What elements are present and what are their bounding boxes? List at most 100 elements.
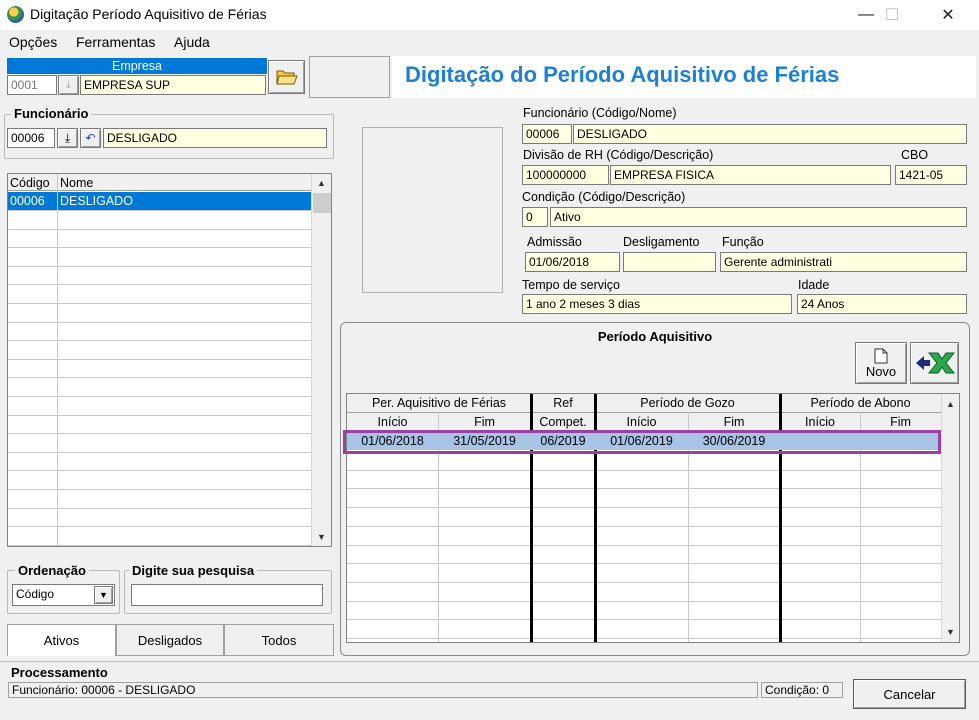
grid-row-line [347,544,941,546]
undo-icon: ↶ [85,131,96,145]
empresa-name-field: EMPRESA SUP [80,75,266,95]
grid-row-line [8,433,311,435]
div-rh-name: EMPRESA FISICA [610,165,891,185]
app-icon [7,6,24,23]
admissao-label: Admissão [527,235,582,249]
header-line [347,412,941,413]
group-header-abono: Período de Abono [810,396,911,410]
tab-todos[interactable]: Todos [224,624,334,656]
close-button[interactable]: ✕ [925,0,971,30]
subcol-fim[interactable]: Fim [438,415,531,429]
window-title: Digitação Período Aquisitivo de Férias [30,6,267,22]
menu-ajuda[interactable]: Ajuda [174,34,210,50]
scroll-down-icon[interactable]: ▼ [313,528,330,545]
funcao-field: Gerente administrati [720,252,967,272]
group-header-per-aquisitivo: Per. Aquisitivo de Férias [371,396,507,410]
grid-row-line [8,228,311,230]
selected-row-highlight [343,430,941,454]
tab-desligados[interactable]: Desligados [116,624,224,656]
desligamento-field [623,252,716,272]
subcol-gozo-inicio[interactable]: Início [595,415,688,429]
periodo-grid-scrollbar[interactable]: ▲ ▼ [941,394,959,642]
tab-ativos-label: Ativos [43,633,80,648]
ordenacao-label: Ordenação [15,563,89,578]
grid-row-line [347,469,941,471]
admissao-field: 01/06/2018 [525,252,620,272]
grid-row-line [8,414,311,416]
novo-button[interactable]: Novo [855,342,907,384]
func-detail-name: DESLIGADO [573,124,967,144]
funcionario-code-field[interactable]: 00006 [7,128,55,148]
grid-row-line [8,247,311,249]
open-folder-button[interactable] [268,60,305,94]
funcionario-undo-button[interactable]: ↶ [80,128,101,148]
processamento-label: Processamento [11,665,108,680]
grid-row-line [8,265,311,267]
subcol-abono-fim[interactable]: Fim [860,415,941,429]
scroll-up-icon[interactable]: ▲ [942,395,959,412]
grid-row-line [8,526,311,528]
maximize-button[interactable]: ☐ [869,0,915,30]
funcao-label: Função [722,235,764,249]
func-detail-code: 00006 [522,124,572,144]
empresa-header: Empresa [7,58,267,74]
tab-todos-label: Todos [261,632,297,648]
empresa-code-field[interactable]: 0001 [7,75,57,95]
tempo-servico-field: 1 ano 2 meses 3 dias [522,294,792,314]
chevron-down-icon[interactable]: ▼ [94,586,113,604]
employee-photo [362,127,503,293]
condicao-status: Condição: 0 [761,682,843,698]
menu-ferramentas[interactable]: Ferramentas [76,34,155,50]
cbo-label: CBO [901,148,929,162]
grid-row-line [347,600,941,602]
download-icon: ⤓ [66,78,71,91]
page-title: Digitação do Período Aquisitivo de Féria… [405,62,840,87]
grid-row-line [347,619,941,621]
desligamento-label: Desligamento [623,235,700,249]
grid-row-line [347,488,941,490]
pesquisa-label: Digite sua pesquisa [129,563,258,578]
scroll-down-icon[interactable]: ▼ [942,623,959,640]
grid-row-line [8,340,311,342]
grid-row-line [8,451,311,453]
cancel-button[interactable]: Cancelar [853,679,966,709]
search-input[interactable] [131,584,323,606]
tempo-servico-label: Tempo de serviço [522,278,620,292]
new-document-icon [874,348,888,363]
grid-row-line [347,507,941,509]
grid-row-line [8,303,311,304]
grid-row-line [8,358,311,360]
grid-col-line [57,174,58,546]
grid-row-line [347,638,941,639]
idade-field: 24 Anos [797,294,967,314]
subcol-gozo-fim[interactable]: Fim [688,415,780,429]
download-icon: ⤓ [64,130,71,145]
employee-list[interactable]: Código Nome 00006 DESLIGADO ▲ ▼ [7,173,332,547]
divider [0,661,979,662]
employee-list-scrollbar[interactable]: ▲ ▼ [311,174,331,546]
export-excel-button[interactable] [910,342,959,384]
funcionario-label: Funcionário [11,106,92,121]
condicao-name: Ativo [550,207,967,227]
grid-row-line [8,544,311,546]
tab-desligados-label: Desligados [137,632,203,648]
funcionario-lookup-button[interactable]: ⤓ [57,128,78,148]
grid-row-line [8,377,311,379]
grid-row-line [8,210,311,211]
cbo-field: 1421-05 [895,165,967,185]
subcol-abono-inicio[interactable]: Início [780,415,860,429]
scroll-thumb[interactable] [313,193,331,213]
grid-row-line [8,470,311,472]
tab-ativos[interactable]: Ativos [7,624,116,656]
subcol-inicio[interactable]: Início [347,415,438,429]
menu-opcoes[interactable]: Opções [9,34,57,50]
employee-list-grid [8,174,311,546]
ordenacao-value: Código [16,587,55,601]
subcol-compet[interactable]: Compet. [531,415,595,429]
div-rh-code: 100000000 [522,165,609,185]
group-header-ref: Ref [553,396,573,410]
idade-label: Idade [798,278,830,292]
scroll-up-icon[interactable]: ▲ [313,174,330,191]
empresa-lookup-button[interactable]: ⤓ [58,75,79,95]
excel-export-icon [915,352,955,374]
